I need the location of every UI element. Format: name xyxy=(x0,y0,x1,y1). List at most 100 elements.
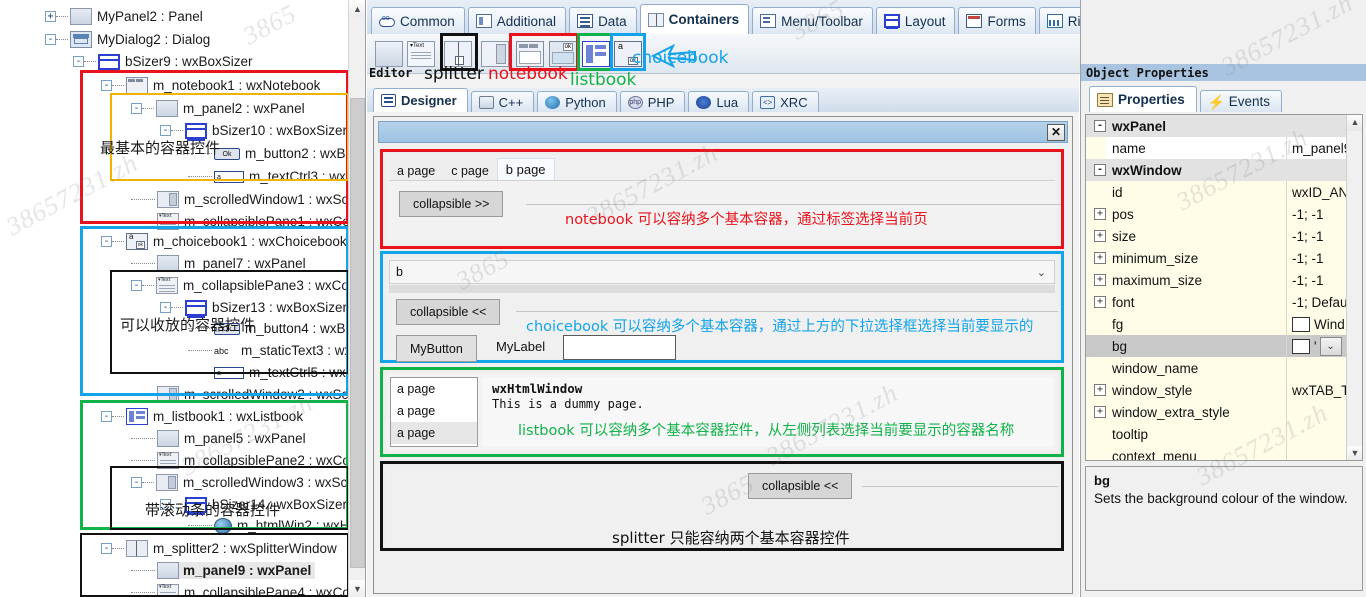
notebook-tab[interactable]: c page xyxy=(443,161,497,180)
expand-icon[interactable]: + xyxy=(1094,252,1106,264)
tree-item[interactable]: - m_collapsiblePane3 : wxCollaps xyxy=(131,275,365,296)
tree-item[interactable]: m_panel5 : wxPanel xyxy=(131,428,306,449)
property-row[interactable]: bg ' ⌄ xyxy=(1086,335,1347,357)
expand-icon[interactable]: + xyxy=(45,11,56,22)
tree-item[interactable]: - MyDialog2 : Dialog xyxy=(45,29,210,50)
palette-tab-containers[interactable]: Containers xyxy=(639,4,750,34)
collapse-icon[interactable]: - xyxy=(101,236,112,247)
property-row[interactable]: tooltip xyxy=(1086,423,1347,445)
listbook-item[interactable]: a page xyxy=(391,400,477,422)
tree-item[interactable]: + MyPanel2 : Panel xyxy=(45,6,203,27)
collapse-icon[interactable]: - xyxy=(1094,120,1106,132)
code-tab-php[interactable]: php PHP xyxy=(619,91,686,112)
choicebook-section-border[interactable]: b ⌄ collapsible << choicebook 可以容纳多个基本容器… xyxy=(380,251,1064,363)
color-swatch[interactable] xyxy=(1292,338,1310,354)
grid-scroll-down-icon[interactable]: ▼ xyxy=(1347,446,1362,460)
listbook-item[interactable]: a page xyxy=(391,422,477,444)
property-row[interactable]: + window_style wxTAB_TR xyxy=(1086,379,1359,401)
collapse-icon[interactable]: - xyxy=(101,411,112,422)
tree-item[interactable]: - m_notebook1 : wxNotebook xyxy=(101,75,320,96)
code-language-tabs[interactable]: Designer C++ Python php PHP Lua <> XRC xyxy=(367,88,1079,112)
collapse-icon[interactable]: - xyxy=(160,302,171,313)
property-row[interactable]: fg Wind xyxy=(1086,313,1347,335)
code-tab-python[interactable]: Python xyxy=(537,91,617,112)
listbook-list[interactable]: a page a page a page xyxy=(390,377,478,447)
properties-tab-properties[interactable]: Properties xyxy=(1089,86,1197,112)
tree-item[interactable]: - m_splitter2 : wxSplitterWindow xyxy=(101,538,337,559)
chevron-down-icon[interactable]: ⌄ xyxy=(1319,336,1342,356)
tree-item[interactable]: m_panel7 : wxPanel xyxy=(131,253,306,274)
collapse-icon[interactable]: - xyxy=(1094,164,1106,176)
expand-icon[interactable]: + xyxy=(1094,296,1106,308)
notebook-tab[interactable]: a page xyxy=(389,161,444,180)
property-row[interactable]: + minimum_size -1; -1 xyxy=(1086,247,1347,269)
tree-item[interactable]: am_textCtrl5 : wxTextCtrl xyxy=(188,362,365,383)
tree-item[interactable]: m_scrolledWindow1 : wxScrolled xyxy=(131,189,365,210)
collapsible-pane-button[interactable]: collapsible >> xyxy=(399,191,504,217)
close-icon[interactable]: ✕ xyxy=(1047,124,1065,141)
palette-item-wxlistbook[interactable] xyxy=(580,38,612,70)
tree-scrollbar[interactable]: ▲ ▼ xyxy=(348,0,365,597)
text-input[interactable] xyxy=(563,335,676,360)
collapse-icon[interactable]: - xyxy=(160,125,171,136)
tree-item[interactable]: - bSizer9 : wxBoxSizer xyxy=(73,51,253,72)
expand-icon[interactable]: + xyxy=(1094,208,1106,220)
palette-tab-common[interactable]: Common xyxy=(371,7,465,34)
property-row[interactable]: id wxID_ANY xyxy=(1086,181,1357,203)
properties-tabs[interactable]: Properties ⚡ Events xyxy=(1081,86,1366,112)
property-grid[interactable]: - wxPanel name m_panel9- wxWindow id wxID_ANY +… xyxy=(1085,114,1363,461)
listbook-item[interactable]: a page xyxy=(391,378,477,400)
tree-item[interactable]: - m_panel2 : wxPanel xyxy=(131,98,305,119)
splitter-section-border[interactable]: collapsible << splitter 只能容纳两个基本容器控件 xyxy=(380,461,1064,551)
tree-scroll-thumb[interactable] xyxy=(350,98,365,568)
notebook-tabstrip[interactable]: a page c page b page xyxy=(389,158,555,180)
tree-item[interactable]: m_collapsiblePane4 : wxCollapsi xyxy=(131,582,365,597)
expand-icon[interactable]: + xyxy=(1094,406,1106,418)
property-row[interactable]: - wxWindow xyxy=(1086,159,1347,181)
choicebook-combo[interactable]: b ⌄ xyxy=(389,260,1055,284)
tree-item[interactable]: m_collapsiblePane1 : wxCollapsi xyxy=(131,211,365,232)
property-row[interactable]: + font -1; Defau xyxy=(1086,291,1348,313)
property-row[interactable]: window_name xyxy=(1086,357,1347,379)
tree-item[interactable]: am_textCtrl3 : wxTextCtr xyxy=(188,166,365,187)
color-swatch[interactable] xyxy=(1292,316,1310,332)
tree-item[interactable]: m_scrolledWindow2 : wxScrolled xyxy=(131,384,365,405)
property-row[interactable]: - wxPanel xyxy=(1086,115,1347,137)
tree-item[interactable]: - m_scrolledWindow3 : wxScrolle xyxy=(131,472,365,493)
palette-tab-layout[interactable]: Layout xyxy=(875,7,956,34)
property-row[interactable]: + size -1; -1 xyxy=(1086,225,1347,247)
tree-item[interactable]: m_collapsiblePane2 : wxCollapsi xyxy=(131,450,365,471)
code-tab-cpp[interactable]: C++ xyxy=(470,91,535,112)
tree-item[interactable]: abc m_staticText3 : wxStatic xyxy=(188,340,365,361)
property-grid-scrollbar[interactable]: ▲ ▼ xyxy=(1346,115,1362,460)
code-tab-designer[interactable]: Designer xyxy=(373,88,468,112)
listbook-section-border[interactable]: a page a page a page wxHtmlWindow This is … xyxy=(380,367,1064,457)
property-row[interactable]: + window_extra_style xyxy=(1086,401,1347,423)
code-tab-xrc[interactable]: <> XRC xyxy=(752,91,819,112)
collapse-icon[interactable]: - xyxy=(101,543,112,554)
expand-icon[interactable]: + xyxy=(1094,384,1106,396)
tree-item[interactable]: - m_listbook1 : wxListbook xyxy=(101,406,303,427)
collapse-icon[interactable]: - xyxy=(101,80,112,91)
collapsible-pane-button[interactable]: collapsible << xyxy=(748,473,853,499)
notebook-section-border[interactable]: a page c page b page collapsible >> notebo… xyxy=(380,149,1064,249)
expand-icon[interactable]: + xyxy=(1094,230,1106,242)
tree-scroll-down-icon[interactable]: ▼ xyxy=(349,580,365,597)
tree-scroll-up-icon[interactable]: ▲ xyxy=(349,0,365,17)
collapse-icon[interactable]: - xyxy=(45,34,56,45)
collapsible-pane-button[interactable]: collapsible << xyxy=(396,299,501,325)
property-row[interactable]: + maximum_size -1; -1 xyxy=(1086,269,1347,291)
property-row[interactable]: + pos -1; -1 xyxy=(1086,203,1347,225)
palette-tab-forms[interactable]: Forms xyxy=(958,7,1036,34)
grid-scroll-up-icon[interactable]: ▲ xyxy=(1347,115,1362,131)
code-tab-lua[interactable]: Lua xyxy=(688,91,750,112)
mybutton-button[interactable]: MyButton xyxy=(396,335,477,362)
property-row[interactable]: name m_panel9 xyxy=(1086,137,1351,159)
palette-tab-menu-toolbar[interactable]: Menu/Toolbar xyxy=(752,7,873,34)
collapse-icon[interactable]: - xyxy=(131,280,142,291)
collapse-icon[interactable]: - xyxy=(131,103,142,114)
collapse-icon[interactable]: - xyxy=(73,56,84,67)
palette-tab-additional[interactable]: Additional xyxy=(467,7,567,34)
designer-canvas[interactable]: ✕ a page c page b page collapsible >> note… xyxy=(373,116,1073,594)
chevron-down-icon[interactable]: ⌄ xyxy=(1037,266,1046,279)
